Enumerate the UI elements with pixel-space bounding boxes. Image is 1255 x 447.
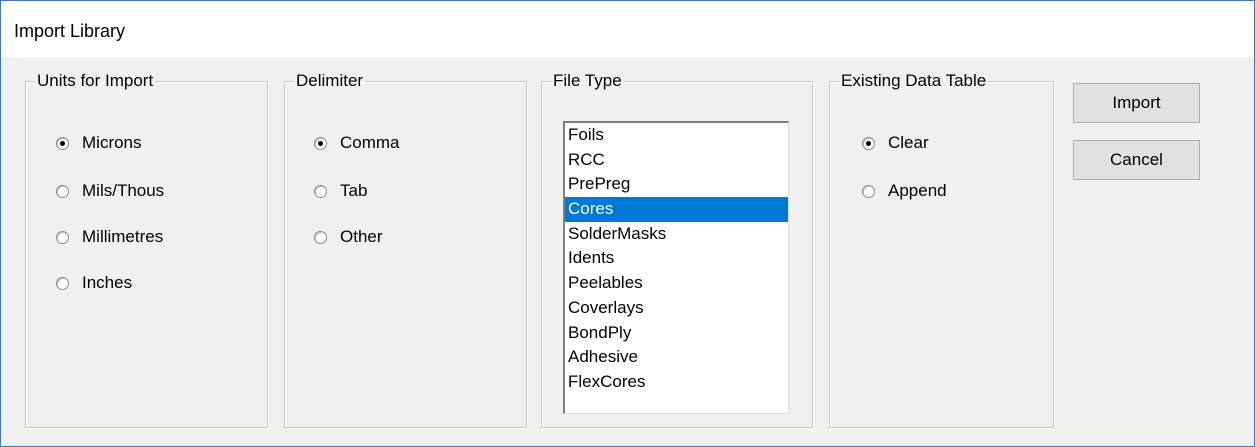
list-item[interactable]: Idents <box>565 246 788 271</box>
import-library-window: Import Library Units for Import Microns … <box>0 0 1255 447</box>
list-item[interactable]: PrePreg <box>565 172 788 197</box>
existing-option-append[interactable]: Append <box>862 181 947 201</box>
list-item[interactable]: RCC <box>565 148 788 173</box>
import-button[interactable]: Import <box>1073 83 1200 123</box>
radio-button-icon[interactable] <box>314 136 327 150</box>
radio-label: Millimetres <box>82 227 164 246</box>
radio-button-icon[interactable] <box>314 230 327 244</box>
units-option-inches[interactable]: Inches <box>56 273 132 293</box>
list-item[interactable]: Peelables <box>565 271 788 296</box>
existing-group-legend: Existing Data Table <box>841 71 987 90</box>
cancel-button[interactable]: Cancel <box>1073 140 1200 180</box>
file-type-group: File Type Foils RCC PrePreg Cores Solder… <box>541 71 813 428</box>
radio-label: Comma <box>340 133 400 152</box>
radio-label: Other <box>340 227 383 246</box>
list-item[interactable]: Coverlays <box>565 296 788 321</box>
list-item[interactable]: SolderMasks <box>565 222 788 247</box>
radio-label: Microns <box>82 133 142 152</box>
radio-button-icon[interactable] <box>862 184 875 198</box>
radio-label: Append <box>888 181 947 200</box>
delimiter-group-legend: Delimiter <box>296 71 364 90</box>
window-title: Import Library <box>14 21 126 41</box>
existing-option-clear[interactable]: Clear <box>862 133 929 153</box>
units-group-legend: Units for Import <box>37 71 154 90</box>
radio-button-icon[interactable] <box>56 184 69 198</box>
list-item[interactable]: FlexCores <box>565 370 788 395</box>
units-option-microns[interactable]: Microns <box>56 133 142 153</box>
units-option-millimetres[interactable]: Millimetres <box>56 227 163 247</box>
title-bar[interactable]: Import Library <box>1 1 1254 57</box>
list-item[interactable]: Foils <box>565 123 788 148</box>
list-item[interactable]: Adhesive <box>565 345 788 370</box>
delimiter-option-other[interactable]: Other <box>314 227 383 247</box>
units-for-import-group: Units for Import Microns Mils/Thous Mill… <box>25 71 268 428</box>
radio-button-icon[interactable] <box>56 230 69 244</box>
radio-button-icon[interactable] <box>314 184 327 198</box>
list-item-selected[interactable]: Cores <box>565 197 788 222</box>
delimiter-option-tab[interactable]: Tab <box>314 181 367 201</box>
existing-data-table-group: Existing Data Table Clear Append <box>829 71 1054 428</box>
radio-button-icon[interactable] <box>56 136 69 150</box>
delimiter-group: Delimiter Comma Tab Other <box>284 71 527 428</box>
radio-button-icon[interactable] <box>56 276 69 290</box>
radio-label: Inches <box>82 273 133 292</box>
radio-label: Mils/Thous <box>82 181 165 200</box>
file-type-group-legend: File Type <box>553 71 622 90</box>
radio-label: Clear <box>888 133 929 152</box>
delimiter-option-comma[interactable]: Comma <box>314 133 400 153</box>
file-type-listbox[interactable]: Foils RCC PrePreg Cores SolderMasks Iden… <box>563 121 789 414</box>
units-option-mils-thous[interactable]: Mils/Thous <box>56 181 164 201</box>
list-item[interactable]: BondPly <box>565 321 788 346</box>
radio-button-icon[interactable] <box>862 136 875 150</box>
radio-label: Tab <box>340 181 368 200</box>
